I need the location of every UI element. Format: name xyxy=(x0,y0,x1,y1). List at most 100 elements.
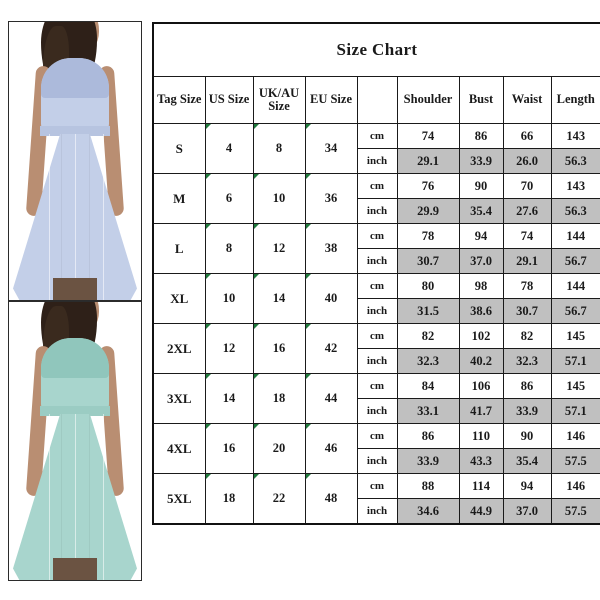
chart-title-row: Size Chart xyxy=(152,22,600,77)
cell-tag-size: 4XL xyxy=(152,423,206,474)
cell-cm-waist: 86 xyxy=(502,373,552,399)
skirt-fold xyxy=(49,414,50,580)
cell-inch-waist: 26.0 xyxy=(502,148,552,174)
comment-marker-icon xyxy=(305,424,311,429)
comment-marker-icon xyxy=(205,474,211,479)
cell-eu-size: 34 xyxy=(304,123,358,174)
table-row: 5XL 18 22 48 cm 88 114 94 146 xyxy=(152,473,600,525)
cell-inch-shoulder: 34.6 xyxy=(396,498,460,525)
cell-tag-size: L xyxy=(152,223,206,274)
cell-cm-waist: 70 xyxy=(502,173,552,199)
cell-cm-bust: 98 xyxy=(458,273,504,299)
cell-cm-length: 144 xyxy=(550,223,600,249)
cell-inch-length: 56.3 xyxy=(550,148,600,174)
cell-inch-waist: 33.9 xyxy=(502,398,552,424)
comment-marker-icon xyxy=(305,224,311,229)
table-row: XL 10 14 40 cm 80 98 78 144 xyxy=(152,273,600,324)
cell-unit-cm: cm xyxy=(356,473,398,499)
cell-tag-size-text: M xyxy=(173,190,186,206)
cell-unit-inch: inch xyxy=(356,148,398,174)
cell-cm-waist: 94 xyxy=(502,473,552,499)
cell-inch-shoulder: 30.7 xyxy=(396,248,460,274)
cell-cm-length: 146 xyxy=(550,423,600,449)
size-chart-table: Size Chart Tag Size US Size UK/AU Size E… xyxy=(152,22,600,525)
cell-cm-bust: 90 xyxy=(458,173,504,199)
cell-us-size: 16 xyxy=(204,423,254,474)
cell-inch-bust: 43.3 xyxy=(458,448,504,474)
cell-uk-au-size: 20 xyxy=(252,423,306,474)
product-photo-column xyxy=(0,0,150,600)
cell-inch-bust: 37.0 xyxy=(458,248,504,274)
cell-inch-length: 56.7 xyxy=(550,298,600,324)
header-waist: Waist xyxy=(502,76,552,124)
header-uk-au-size: UK/AU Size xyxy=(252,76,306,124)
header-unit xyxy=(356,76,398,124)
cell-inch-bust: 38.6 xyxy=(458,298,504,324)
cell-inch-waist: 32.3 xyxy=(502,348,552,374)
cell-unit-cm: cm xyxy=(356,323,398,349)
cell-cm-shoulder: 84 xyxy=(396,373,460,399)
cell-cm-length: 145 xyxy=(550,373,600,399)
cell-inch-waist: 35.4 xyxy=(502,448,552,474)
cell-cm-waist: 82 xyxy=(502,323,552,349)
skirt-fold xyxy=(49,134,50,300)
skirt-fold xyxy=(61,414,62,580)
cell-uk-au-size: 14 xyxy=(252,273,306,324)
header-tag-size: Tag Size xyxy=(152,76,206,124)
cell-us-size-text: 14 xyxy=(222,391,236,405)
comment-marker-icon xyxy=(253,124,259,129)
cell-us-size-text: 6 xyxy=(225,191,233,205)
cell-eu-size: 44 xyxy=(304,373,358,424)
cell-uk-au-size-text: 18 xyxy=(272,391,286,405)
cell-tag-size: 2XL xyxy=(152,323,206,374)
model-figure-mint xyxy=(9,302,141,580)
header-shoulder: Shoulder xyxy=(396,76,460,124)
cell-unit-inch: inch xyxy=(356,298,398,324)
cell-cm-length: 143 xyxy=(550,123,600,149)
dress-photo-blue[interactable] xyxy=(8,21,142,301)
size-chart-container: Size Chart Tag Size US Size UK/AU Size E… xyxy=(152,22,600,525)
cell-inch-shoulder: 29.1 xyxy=(396,148,460,174)
model-legs xyxy=(53,558,97,580)
cell-tag-size-text: L xyxy=(174,240,184,256)
cell-tag-size-text: 4XL xyxy=(166,440,192,456)
comment-marker-icon xyxy=(253,374,259,379)
cell-us-size-text: 10 xyxy=(222,291,236,305)
cell-inch-length: 57.1 xyxy=(550,398,600,424)
cell-inch-bust: 35.4 xyxy=(458,198,504,224)
cell-uk-au-size: 22 xyxy=(252,473,306,525)
cell-inch-waist: 29.1 xyxy=(502,248,552,274)
cell-eu-size: 36 xyxy=(304,173,358,224)
dress-photo-mint[interactable] xyxy=(8,301,142,581)
skirt-fold xyxy=(103,414,104,580)
model-figure-blue xyxy=(9,22,141,300)
cell-unit-cm: cm xyxy=(356,223,398,249)
skirt-fold xyxy=(89,414,90,580)
cell-us-size: 14 xyxy=(204,373,254,424)
cell-us-size-text: 8 xyxy=(225,241,233,255)
cell-tag-size-text: 5XL xyxy=(166,490,192,506)
table-row: 2XL 12 16 42 cm 82 102 82 145 xyxy=(152,323,600,374)
cell-uk-au-size-text: 22 xyxy=(272,491,286,505)
skirt-fold xyxy=(75,414,76,580)
cell-eu-size-text: 34 xyxy=(324,141,338,155)
cell-tag-size: M xyxy=(152,173,206,224)
cell-eu-size-text: 46 xyxy=(324,441,338,455)
cell-unit-cm: cm xyxy=(356,373,398,399)
cell-cm-bust: 106 xyxy=(458,373,504,399)
cell-cm-waist: 66 xyxy=(502,123,552,149)
header-uk-au-line2: Size xyxy=(268,99,290,113)
cell-inch-shoulder: 33.1 xyxy=(396,398,460,424)
header-bust: Bust xyxy=(458,76,504,124)
cell-cm-length: 145 xyxy=(550,323,600,349)
cell-us-size: 10 xyxy=(204,273,254,324)
cell-uk-au-size-text: 12 xyxy=(272,241,286,255)
cell-unit-inch: inch xyxy=(356,498,398,525)
comment-marker-icon xyxy=(305,324,311,329)
cell-eu-size-text: 38 xyxy=(324,241,338,255)
cell-cm-shoulder: 76 xyxy=(396,173,460,199)
cell-cm-shoulder: 78 xyxy=(396,223,460,249)
cell-eu-size: 46 xyxy=(304,423,358,474)
comment-marker-icon xyxy=(205,374,211,379)
comment-marker-icon xyxy=(253,274,259,279)
